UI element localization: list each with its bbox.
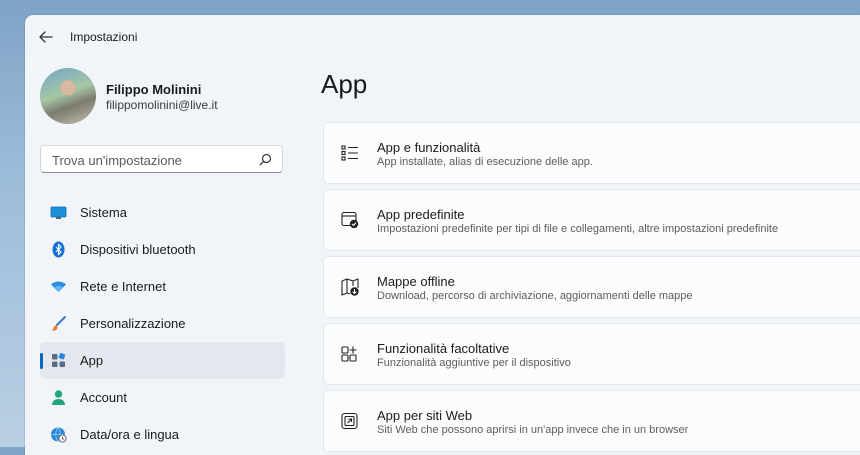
wifi-icon [51, 281, 66, 292]
sidebar-item-app[interactable]: App [40, 342, 285, 379]
window-title: Impostazioni [70, 30, 138, 44]
page-title: App [321, 69, 368, 99]
title-bar: Impostazioni [25, 15, 860, 59]
search-icon[interactable] [259, 153, 272, 166]
brush-icon [51, 316, 66, 331]
active-indicator [40, 353, 43, 369]
sidebar-item-label: Rete e Internet [80, 279, 166, 294]
sidebar-item-account[interactable]: Account [40, 379, 285, 416]
user-email: filippomolinini@live.it [106, 98, 218, 112]
person-icon [52, 390, 65, 405]
monitor-icon [50, 206, 67, 219]
sidebar-item-label: Sistema [80, 205, 127, 220]
card-app-predefinite[interactable]: App predefinite Impostazioni predefinite… [323, 189, 860, 251]
card-title: App e funzionalità [377, 140, 481, 155]
apps-icon [52, 352, 66, 367]
card-funzionalita-facoltative[interactable]: Funzionalità facoltative Funzionalità ag… [323, 323, 860, 385]
sidebar-item-label: Account [80, 390, 127, 405]
sidebar-item-rete[interactable]: Rete e Internet [40, 268, 285, 305]
card-title: App per siti Web [377, 408, 473, 423]
search-input[interactable] [50, 150, 254, 170]
avatar[interactable] [40, 68, 96, 124]
back-arrow-icon[interactable] [37, 28, 55, 46]
card-subtitle: Siti Web che possono aprirsi in un'app i… [377, 424, 689, 436]
sidebar-item-label: Personalizzazione [80, 316, 186, 331]
card-app-e-funzionalita[interactable]: App e funzionalità App installate, alias… [323, 122, 860, 184]
sidebar-item-label: App [80, 353, 104, 368]
sidebar-item-bluetooth[interactable]: Dispositivi bluetooth [40, 231, 285, 268]
card-title: Funzionalità facoltative [377, 341, 510, 356]
list-icon [341, 145, 358, 161]
card-title: Mappe offline [377, 274, 455, 289]
globe-clock-icon [51, 427, 67, 443]
card-app-per-siti-web[interactable]: App per siti Web Siti Web che possono ap… [323, 390, 860, 452]
sidebar-item-sistema[interactable]: Sistema [40, 194, 285, 231]
sidebar-nav: Sistema Dispositivi bluetooth Rete e Int… [40, 194, 285, 453]
map-download-icon [341, 278, 359, 296]
open-in-app-icon [341, 412, 358, 430]
sidebar-item-label: Dispositivi bluetooth [80, 242, 196, 257]
sidebar-item-label: Data/ora e lingua [80, 427, 180, 442]
grid-add-icon [341, 346, 357, 362]
default-apps-icon [341, 211, 359, 229]
card-subtitle: Funzionalità aggiuntive per il dispositi… [377, 357, 571, 369]
settings-card-list: App e funzionalità App installate, alias… [323, 122, 860, 455]
search-box[interactable] [40, 145, 283, 173]
card-title: App predefinite [377, 207, 465, 222]
settings-window: Impostazioni Filippo Molinini filippomol… [25, 15, 860, 455]
card-mappe-offline[interactable]: Mappe offline Download, percorso di arch… [323, 256, 860, 318]
card-subtitle: Impostazioni predefinite per tipi di fil… [377, 223, 779, 235]
sidebar-item-data-ora[interactable]: Data/ora e lingua [40, 416, 285, 453]
sidebar-item-personalizzazione[interactable]: Personalizzazione [40, 305, 285, 342]
bluetooth-icon [52, 241, 65, 258]
user-name: Filippo Molinini [106, 82, 202, 97]
card-subtitle: Download, percorso di archiviazione, agg… [377, 290, 693, 302]
card-subtitle: App installate, alias di esecuzione dell… [377, 156, 593, 168]
